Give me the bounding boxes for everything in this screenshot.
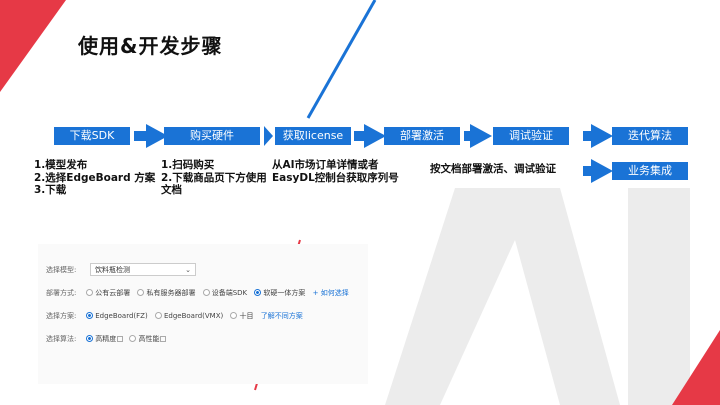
desc-get-license: 从AI市场订单详情或者 EasyDL控制台获取序列号	[272, 159, 399, 184]
option-label: 公有云部署	[95, 289, 131, 297]
radio-edgeboard-vmx[interactable]	[154, 312, 162, 319]
radio-private-server[interactable]	[137, 289, 145, 296]
step-business-integration: 业务集成	[612, 162, 688, 180]
desc-line: 2.下载商品页下方使用	[161, 171, 267, 184]
deploy-label: 部署方式:	[46, 289, 77, 297]
arrow-right-icon	[364, 124, 386, 148]
algo-label: 选择算法:	[46, 335, 77, 343]
radio-high-performance[interactable]	[129, 335, 137, 342]
desc-line: 1.模型发布	[34, 159, 88, 171]
blue-diagonal-line	[306, 0, 377, 119]
desc-line: 2.选择EdgeBoard 方案	[34, 171, 156, 184]
step-buy-hardware: 购买硬件	[164, 127, 260, 145]
plan-label: 选择方案:	[46, 312, 77, 320]
deploy-row: 部署方式: 公有云部署 私有服务器部署 设备端SDK 软硬一体方案 + 如何选择	[46, 286, 349, 300]
desc-line: EasyDL控制台获取序列号	[272, 171, 399, 184]
gray-ai-letter-a	[385, 188, 620, 405]
help-icon[interactable]	[160, 336, 167, 342]
radio-edgeboard-fz[interactable]	[86, 312, 94, 319]
desc-deploy-verify: 按文档部署激活、调试验证	[430, 163, 556, 175]
chevron-down-icon: ⌄	[185, 266, 191, 274]
desc-buy-hardware: 1.扫码购买 2.下载商品页下方使用 文档	[161, 159, 267, 197]
model-label: 选择模型:	[46, 266, 77, 274]
red-corner-shape	[0, 0, 66, 92]
desc-line: 3.下载	[34, 184, 67, 196]
desc-line: 文档	[161, 184, 182, 196]
option-label: 设备端SDK	[211, 289, 248, 297]
desc-download-sdk: 1.模型发布 2.选择EdgeBoard 方案 3.下载	[34, 159, 155, 197]
option-label: EdgeBoard(FZ)	[95, 312, 148, 320]
option-label: 高性能	[138, 335, 160, 343]
arrow-right-icon	[591, 159, 613, 183]
arrow-right-icon	[470, 124, 492, 148]
option-label: 私有服务器部署	[146, 289, 196, 297]
gray-ai-letter-i	[628, 188, 690, 405]
model-select[interactable]: 饮料瓶检测 ⌄	[90, 263, 196, 276]
plan-row: 选择方案: EdgeBoard(FZ) EdgeBoard(VMX) 十目 了解…	[46, 309, 303, 323]
radio-hardware-bundle[interactable]	[254, 289, 262, 296]
page-title: 使用&开发步骤	[78, 34, 223, 58]
desc-line: 从AI市场订单详情或者	[272, 159, 379, 171]
option-label: 十目	[239, 312, 254, 320]
step-get-license: 获取license	[275, 127, 351, 145]
option-label: 软硬一体方案	[263, 289, 306, 297]
model-select-value: 饮料瓶检测	[95, 266, 130, 274]
option-label: EdgeBoard(VMX)	[163, 312, 224, 320]
algo-row: 选择算法: 高精度 高性能	[46, 332, 170, 346]
step-deploy-activate: 部署激活	[384, 127, 460, 145]
radio-device-sdk[interactable]	[202, 289, 210, 296]
model-row: 选择模型:	[46, 263, 84, 277]
desc-line: 1.扫码购买	[161, 159, 215, 171]
step-debug-verify: 调试验证	[493, 127, 569, 145]
how-to-choose-link[interactable]: + 如何选择	[313, 289, 349, 297]
help-icon[interactable]	[117, 336, 124, 342]
step-iterate-algorithm: 迭代算法	[612, 127, 688, 145]
compare-plans-link[interactable]: 了解不同方案	[261, 312, 303, 320]
radio-public-cloud[interactable]	[86, 289, 94, 296]
step-download-sdk: 下载SDK	[54, 127, 130, 145]
arrow-right-icon	[264, 126, 273, 146]
arrow-right-icon	[591, 124, 613, 148]
option-label: 高精度	[95, 335, 117, 343]
radio-shimu[interactable]	[230, 312, 238, 319]
radio-high-accuracy[interactable]	[86, 335, 94, 342]
